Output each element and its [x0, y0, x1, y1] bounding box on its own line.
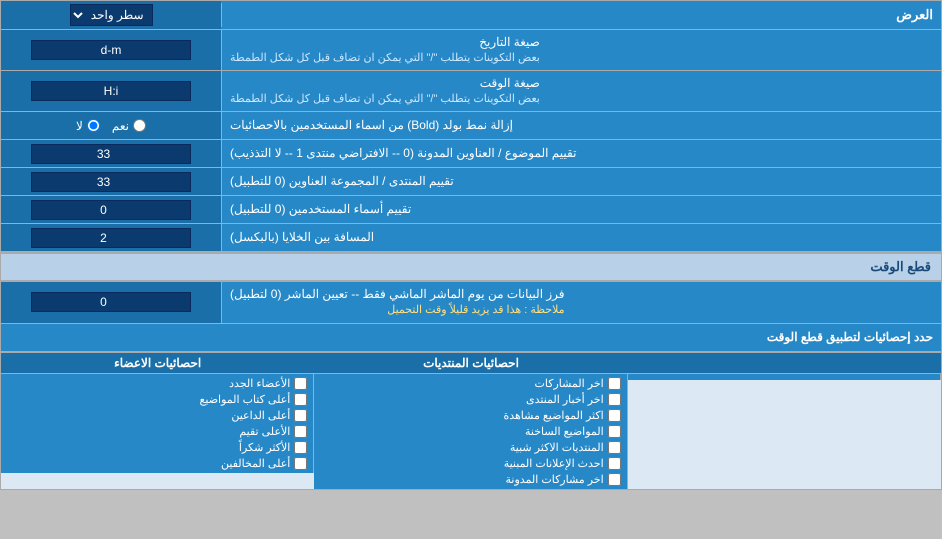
post-stat-check-2[interactable]: [608, 409, 621, 422]
time-format-row: صيغة الوقت بعض التكوينات يتطلب "/" التي …: [1, 71, 941, 112]
member-stat-item-4[interactable]: الأكثر شكراً: [7, 441, 307, 454]
col-post-stats: احصائيات المنتديات اخر المشاركات اخر أخب…: [314, 353, 627, 489]
member-stat-item-0[interactable]: الأعضاء الجدد: [7, 377, 307, 390]
top-header-row: العرض سطر واحد: [1, 1, 941, 30]
bold-remove-input-cell: نعم لا: [1, 112, 221, 139]
member-stat-check-1[interactable]: [294, 393, 307, 406]
fetch-row: فرز البيانات من يوم الماشر الماشي فقط --…: [1, 282, 941, 323]
fetch-input-cell: [1, 282, 221, 322]
cell-spacing-label: المسافة بين الخلايا (بالبكسل): [221, 224, 941, 251]
col-member-stats-items: الأعضاء الجدد أعلى كتاب المواضيع أعلى ال…: [1, 374, 314, 473]
col-post-stats-header: احصائيات المنتديات: [314, 353, 627, 374]
page-title: العرض: [221, 3, 941, 27]
forum-order-row: تقييم المنتدى / المجموعة العناوين (0 للت…: [1, 168, 941, 196]
member-stat-item-5[interactable]: أعلى المخالفين: [7, 457, 307, 470]
bold-radio-group: نعم لا: [76, 119, 146, 133]
date-format-input-cell: d-m: [1, 30, 221, 70]
forum-order-input[interactable]: [31, 172, 191, 192]
post-stat-check-3[interactable]: [608, 425, 621, 438]
main-container: العرض سطر واحد صيغة التاريخ بعض التكوينا…: [0, 0, 942, 490]
topic-order-row: تقييم الموضوع / العناوين المدونة (0 -- ا…: [1, 140, 941, 168]
col-member-stats: احصائيات الاعضاء الأعضاء الجدد أعلى كتاب…: [1, 353, 314, 489]
post-stat-check-0[interactable]: [608, 377, 621, 390]
topic-order-label: تقييم الموضوع / العناوين المدونة (0 -- ا…: [221, 140, 941, 167]
bold-remove-label: إزالة نمط بولد (Bold) من اسماء المستخدمي…: [221, 112, 941, 139]
bold-no-radio[interactable]: [87, 119, 100, 132]
fetch-label: فرز البيانات من يوم الماشر الماشي فقط --…: [221, 282, 941, 322]
bold-remove-row: إزالة نمط بولد (Bold) من اسماء المستخدمي…: [1, 112, 941, 140]
forum-order-label: تقييم المنتدى / المجموعة العناوين (0 للت…: [221, 168, 941, 195]
time-format-input[interactable]: H:i: [31, 81, 191, 101]
display-mode-select[interactable]: سطر واحد: [70, 4, 153, 26]
member-stat-check-3[interactable]: [294, 425, 307, 438]
user-names-row: تقييم أسماء المستخدمين (0 للتطبيل): [1, 196, 941, 224]
user-names-label: تقييم أسماء المستخدمين (0 للتطبيل): [221, 196, 941, 223]
post-stat-item-3[interactable]: المواضيع الساخنة: [320, 425, 620, 438]
checkboxes-grid: احصائيات المنتديات اخر المشاركات اخر أخب…: [1, 352, 941, 489]
date-format-row: صيغة التاريخ بعض التكوينات يتطلب "/" الت…: [1, 30, 941, 71]
bold-no-label[interactable]: لا: [76, 119, 100, 133]
user-names-input-cell: [1, 196, 221, 223]
stats-apply-label: حدد إحصائيات لتطبيق قطع الوقت: [1, 326, 941, 348]
member-stat-check-4[interactable]: [294, 441, 307, 454]
date-format-label: صيغة التاريخ بعض التكوينات يتطلب "/" الت…: [221, 30, 941, 70]
topic-order-input-cell: [1, 140, 221, 167]
post-stat-check-4[interactable]: [608, 441, 621, 454]
member-stat-check-0[interactable]: [294, 377, 307, 390]
post-stat-item-6[interactable]: اخر مشاركات المدونة: [320, 473, 620, 486]
date-format-input[interactable]: d-m: [31, 40, 191, 60]
col-member-stats-header: احصائيات الاعضاء: [1, 353, 314, 374]
bold-yes-label[interactable]: نعم: [112, 119, 146, 133]
member-stat-check-5[interactable]: [294, 457, 307, 470]
cell-spacing-input[interactable]: [31, 228, 191, 248]
stats-apply-row: حدد إحصائيات لتطبيق قطع الوقت: [1, 324, 941, 352]
forum-order-input-cell: [1, 168, 221, 195]
user-names-input[interactable]: [31, 200, 191, 220]
col-empty-header: [628, 353, 941, 374]
cell-spacing-row: المسافة بين الخلايا (بالبكسل): [1, 224, 941, 252]
post-stat-check-1[interactable]: [608, 393, 621, 406]
post-stat-item-5[interactable]: احدث الإعلانات المبنية: [320, 457, 620, 470]
post-stat-check-6[interactable]: [608, 473, 621, 486]
post-stat-item-4[interactable]: المنتديات الاكثر شبية: [320, 441, 620, 454]
post-stat-item-1[interactable]: اخر أخبار المنتدى: [320, 393, 620, 406]
post-stat-check-5[interactable]: [608, 457, 621, 470]
member-stat-item-2[interactable]: أعلى الداعين: [7, 409, 307, 422]
fetch-value-input[interactable]: [31, 292, 191, 312]
topic-order-input[interactable]: [31, 144, 191, 164]
col-empty-items: [628, 374, 941, 380]
time-format-label: صيغة الوقت بعض التكوينات يتطلب "/" التي …: [221, 71, 941, 111]
member-stat-item-1[interactable]: أعلى كتاب المواضيع: [7, 393, 307, 406]
header-select-cell: سطر واحد: [1, 1, 221, 29]
member-stat-check-2[interactable]: [294, 409, 307, 422]
bold-yes-radio[interactable]: [133, 119, 146, 132]
time-format-input-cell: H:i: [1, 71, 221, 111]
post-stat-item-0[interactable]: اخر المشاركات: [320, 377, 620, 390]
cutoff-section-header: قطع الوقت: [1, 252, 941, 282]
post-stat-item-2[interactable]: اكثر المواضيع مشاهدة: [320, 409, 620, 422]
col-post-stats-items: اخر المشاركات اخر أخبار المنتدى اكثر الم…: [314, 374, 627, 489]
col-empty: [628, 353, 941, 489]
member-stat-item-3[interactable]: الأعلى تقيم: [7, 425, 307, 438]
cell-spacing-input-cell: [1, 224, 221, 251]
